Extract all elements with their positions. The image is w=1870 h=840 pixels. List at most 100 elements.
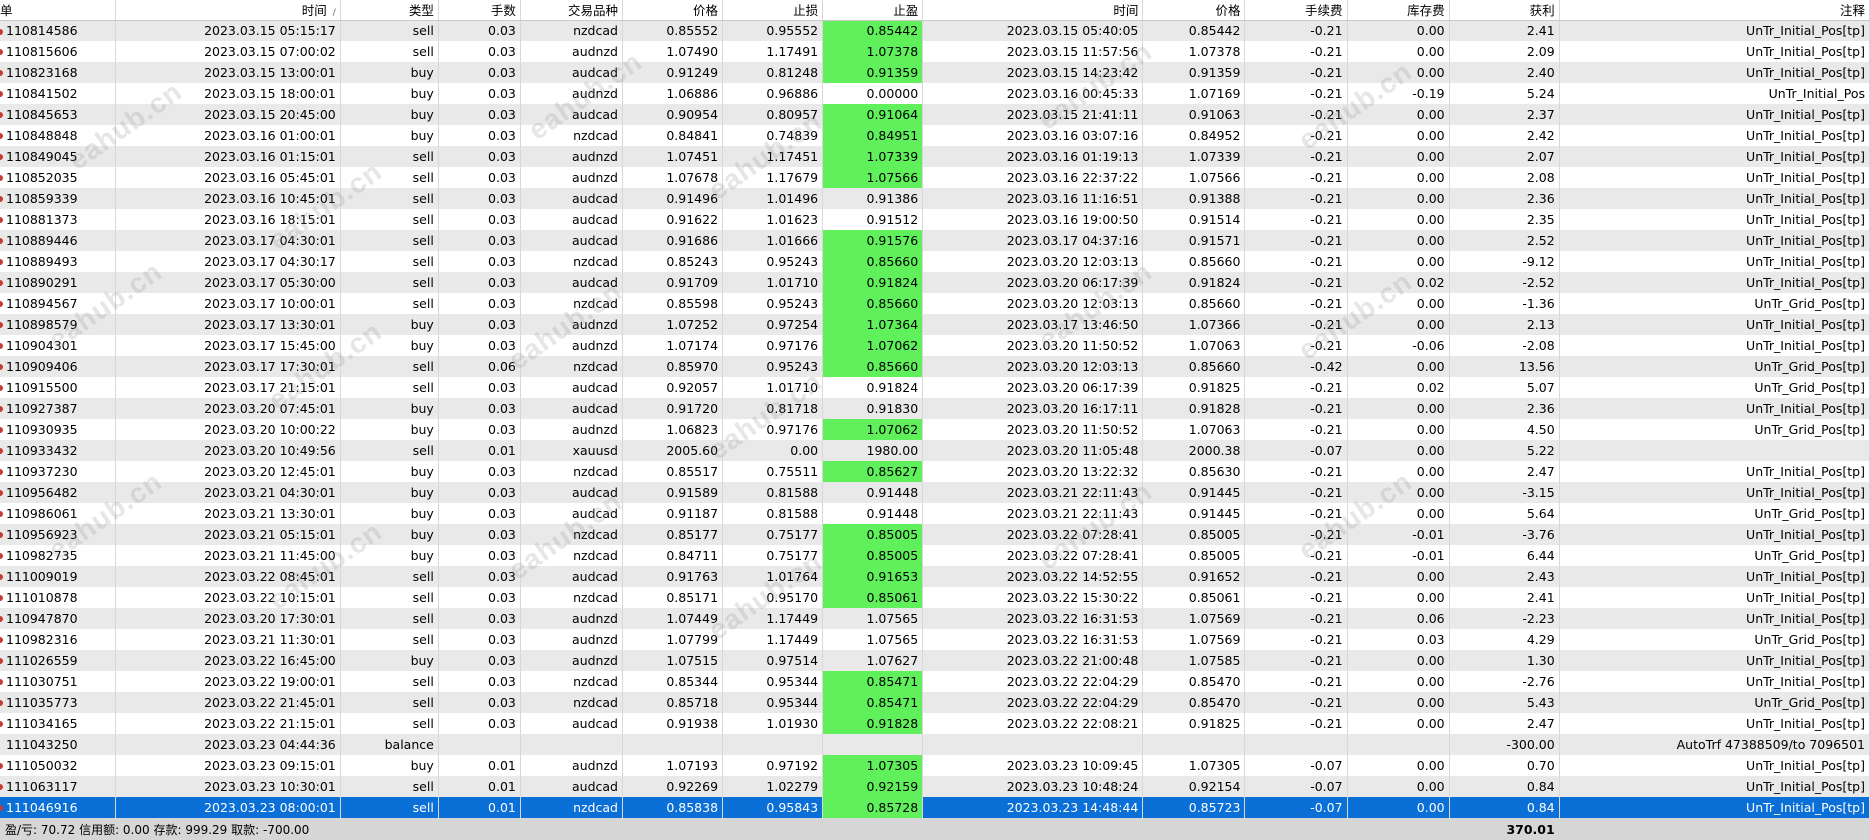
symbol-cell: audnzd — [520, 419, 623, 440]
column-header-profit[interactable]: 获利 — [1449, 0, 1560, 21]
comment-cell: UnTr_Initial_Pos[tp] — [1559, 482, 1870, 503]
column-header-swap[interactable]: 库存费 — [1347, 0, 1450, 21]
column-header-order[interactable]: 单 — [0, 0, 116, 21]
order-number: 110982735 — [6, 548, 78, 563]
order-status-icon — [0, 679, 3, 685]
column-header-stop-loss[interactable]: 止损 — [722, 0, 824, 21]
table-row-selected[interactable]: 111046916 2023.03.23 08:00:01 sell 0.01 nzdc… — [0, 797, 1870, 818]
table-row[interactable]: 110841502 2023.03.15 18:00:01 buy 0.03 audnz… — [0, 83, 1870, 104]
table-row[interactable]: 110881373 2023.03.16 18:15:01 sell 0.03 audc… — [0, 209, 1870, 230]
column-header-type[interactable]: 类型 — [340, 0, 439, 21]
symbol-cell: nzdcad — [520, 356, 623, 377]
comment-cell: UnTr_Initial_Pos[tp] — [1559, 314, 1870, 335]
column-header-comment[interactable]: 注释 — [1559, 0, 1870, 21]
table-row[interactable]: 111035773 2023.03.22 21:45:01 sell 0.03 nzdc… — [0, 692, 1870, 713]
symbol-cell: nzdcad — [520, 545, 623, 566]
close-price-cell: 1.07378 — [1142, 41, 1246, 62]
profit-cell: 5.64 — [1449, 503, 1560, 524]
column-header-open-price[interactable]: 价格 — [622, 0, 724, 21]
table-row[interactable]: 110845653 2023.03.15 20:45:00 buy 0.03 audca… — [0, 104, 1870, 125]
profit-cell: 2.41 — [1449, 587, 1560, 608]
table-row[interactable]: 110848848 2023.03.16 01:00:01 buy 0.03 nzdca… — [0, 125, 1870, 146]
table-row[interactable]: 110982316 2023.03.21 11:30:01 sell 0.03 audn… — [0, 629, 1870, 650]
table-row[interactable]: 110937230 2023.03.20 12:45:01 buy 0.03 nzdca… — [0, 461, 1870, 482]
close-price-cell: 0.84952 — [1142, 125, 1246, 146]
column-header-symbol[interactable]: 交易品种 — [520, 0, 623, 21]
order-status-icon — [0, 238, 3, 244]
table-row[interactable]: 110890291 2023.03.17 05:30:00 sell 0.03 audc… — [0, 272, 1870, 293]
table-row[interactable]: 111010878 2023.03.22 10:15:01 sell 0.03 nzdc… — [0, 587, 1870, 608]
commission-cell: -0.07 — [1244, 776, 1348, 797]
comment-cell: UnTr_Initial_Pos[tp] — [1559, 104, 1870, 125]
open-time-cell: 2023.03.22 16:45:00 — [115, 650, 341, 671]
table-row[interactable]: 110852035 2023.03.16 05:45:01 sell 0.03 audn… — [0, 167, 1870, 188]
stop-loss-cell: 0.97192 — [722, 755, 824, 776]
stop-loss-cell: 0.95243 — [722, 251, 824, 272]
order-cell: 111009019 — [0, 566, 116, 587]
table-row[interactable]: 110849045 2023.03.16 01:15:01 sell 0.03 audn… — [0, 146, 1870, 167]
symbol-cell: audcad — [520, 713, 623, 734]
table-row[interactable]: 110956482 2023.03.21 04:30:01 buy 0.03 audca… — [0, 482, 1870, 503]
table-row[interactable]: 110889493 2023.03.17 04:30:17 sell 0.03 nzdc… — [0, 251, 1870, 272]
open-price-cell: 0.85718 — [622, 692, 724, 713]
close-time-cell: 2023.03.16 01:19:13 — [922, 146, 1144, 167]
table-row[interactable]: 110815606 2023.03.15 07:00:02 sell 0.03 audn… — [0, 41, 1870, 62]
column-header-open-time[interactable]: 时间 / — [115, 0, 341, 21]
table-row[interactable]: 110986061 2023.03.21 13:30:01 buy 0.03 audca… — [0, 503, 1870, 524]
lots-cell: 0.03 — [438, 209, 521, 230]
column-header-take-profit[interactable]: 止盈 — [822, 0, 924, 21]
swap-cell: 0.00 — [1347, 503, 1450, 524]
table-row[interactable]: 110898579 2023.03.17 13:30:01 buy 0.03 audnz… — [0, 314, 1870, 335]
table-row[interactable]: 110933432 2023.03.20 10:49:56 sell 0.01 xauu… — [0, 440, 1870, 461]
stop-loss-cell: 1.17491 — [722, 41, 824, 62]
take-profit-cell — [822, 734, 924, 755]
order-status-icon — [0, 280, 3, 286]
table-row[interactable]: 111063117 2023.03.23 10:30:01 sell 0.01 audc… — [0, 776, 1870, 797]
profit-cell: 2.08 — [1449, 167, 1560, 188]
type-cell: sell — [340, 167, 439, 188]
swap-cell: -0.01 — [1347, 545, 1450, 566]
column-header-close-time[interactable]: 时间 — [922, 0, 1144, 21]
profit-cell: 4.29 — [1449, 629, 1560, 650]
table-row[interactable]: 110859339 2023.03.16 10:45:01 sell 0.03 audc… — [0, 188, 1870, 209]
order-status-icon — [0, 112, 3, 118]
symbol-cell: audnzd — [520, 167, 623, 188]
column-header-lots[interactable]: 手数 — [438, 0, 521, 21]
commission-cell: -0.21 — [1244, 188, 1348, 209]
profit-cell: 2.09 — [1449, 41, 1560, 62]
table-row[interactable]: 110947870 2023.03.20 17:30:01 sell 0.03 audn… — [0, 608, 1870, 629]
profit-cell: 2.40 — [1449, 62, 1560, 83]
swap-cell: 0.00 — [1347, 692, 1450, 713]
close-time-cell: 2023.03.20 16:17:11 — [922, 398, 1144, 419]
table-row[interactable]: 111043250 2023.03.23 04:44:36 balance -300.… — [0, 734, 1870, 755]
table-row[interactable]: 110909406 2023.03.17 17:30:01 sell 0.06 nzdc… — [0, 356, 1870, 377]
table-row[interactable]: 110930935 2023.03.20 10:00:22 buy 0.03 audnz… — [0, 419, 1870, 440]
close-time-cell: 2023.03.23 14:48:44 — [922, 797, 1144, 818]
table-row[interactable]: 110927387 2023.03.20 07:45:01 buy 0.03 audca… — [0, 398, 1870, 419]
table-row[interactable]: 111009019 2023.03.22 08:45:01 sell 0.03 audc… — [0, 566, 1870, 587]
close-time-cell: 2023.03.20 13:22:32 — [922, 461, 1144, 482]
symbol-cell: audnzd — [520, 755, 623, 776]
stop-loss-cell: 0.75511 — [722, 461, 824, 482]
table-row[interactable]: 111034165 2023.03.22 21:15:01 sell 0.03 audc… — [0, 713, 1870, 734]
table-row[interactable]: 110889446 2023.03.17 04:30:01 sell 0.03 audc… — [0, 230, 1870, 251]
table-row[interactable]: 110956923 2023.03.21 05:15:01 buy 0.03 nzdca… — [0, 524, 1870, 545]
column-header-commission[interactable]: 手续费 — [1244, 0, 1348, 21]
table-row[interactable]: 110894567 2023.03.17 10:00:01 sell 0.03 nzdc… — [0, 293, 1870, 314]
table-row[interactable]: 111030751 2023.03.22 19:00:01 sell 0.03 nzdc… — [0, 671, 1870, 692]
close-price-cell — [1142, 734, 1246, 755]
table-row[interactable]: 111050032 2023.03.23 09:15:01 buy 0.01 audnz… — [0, 755, 1870, 776]
table-row[interactable]: 110823168 2023.03.15 13:00:01 buy 0.03 audca… — [0, 62, 1870, 83]
symbol-cell: audnzd — [520, 83, 623, 104]
profit-cell: -2.23 — [1449, 608, 1560, 629]
table-row[interactable]: 111026559 2023.03.22 16:45:00 buy 0.03 audnz… — [0, 650, 1870, 671]
column-header-close-price[interactable]: 价格 — [1142, 0, 1246, 21]
table-row[interactable]: 110915500 2023.03.17 21:15:01 sell 0.03 audc… — [0, 377, 1870, 398]
commission-cell: -0.21 — [1244, 104, 1348, 125]
order-status-icon — [0, 343, 3, 349]
table-row[interactable]: 110904301 2023.03.17 15:45:00 buy 0.03 audnz… — [0, 335, 1870, 356]
table-row[interactable]: 110814586 2023.03.15 05:15:17 sell 0.03 nzdc… — [0, 20, 1870, 41]
order-cell: 111010878 — [0, 587, 116, 608]
table-row[interactable]: 110982735 2023.03.21 11:45:00 buy 0.03 nzdca… — [0, 545, 1870, 566]
open-time-cell: 2023.03.21 04:30:01 — [115, 482, 341, 503]
